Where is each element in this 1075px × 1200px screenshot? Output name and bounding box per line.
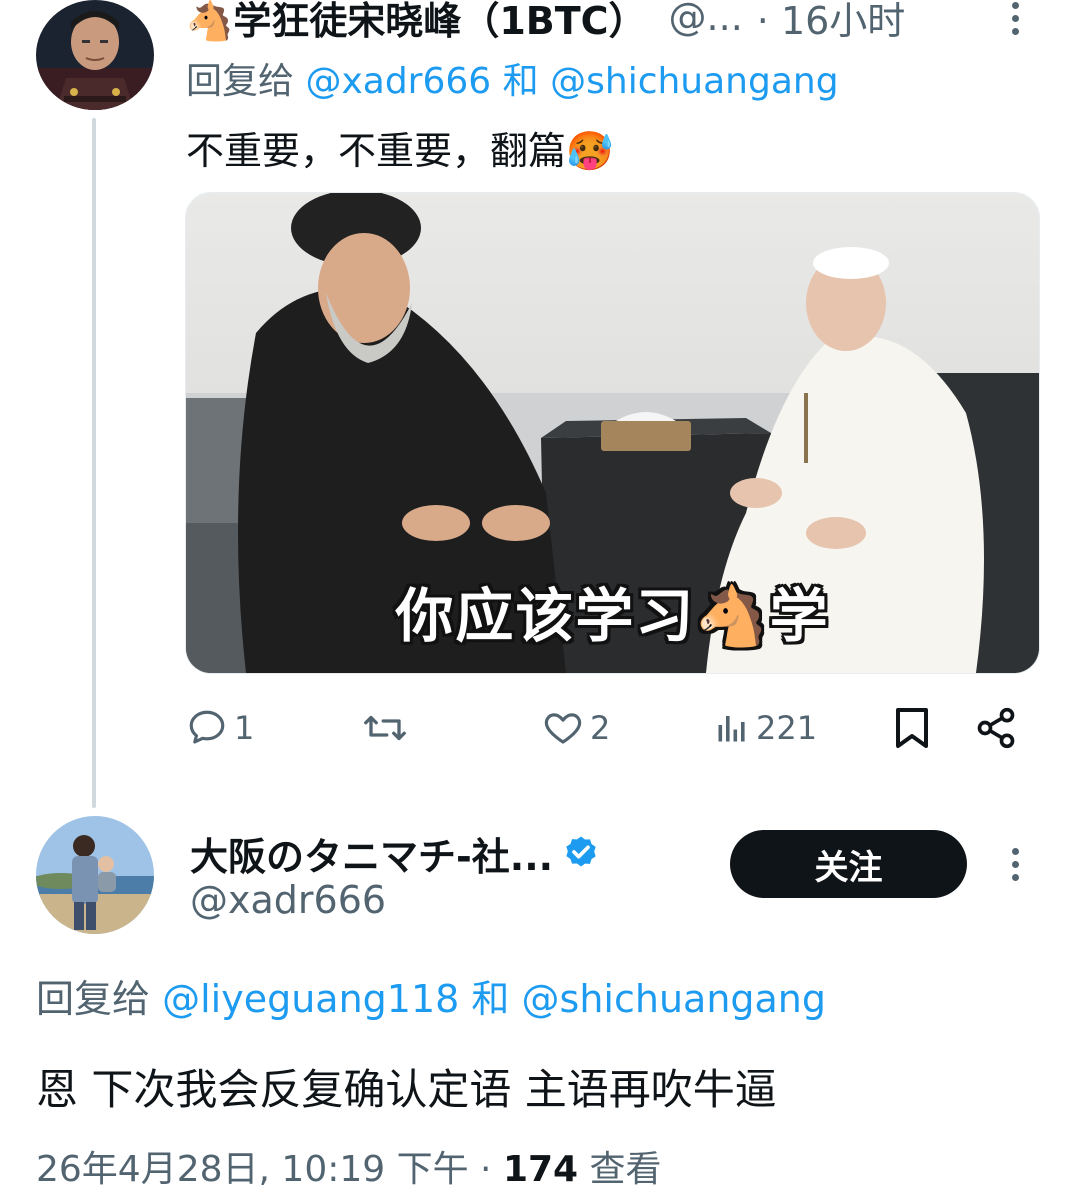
reply-button[interactable]: 1 [186,700,254,756]
reply-and: 和 [502,61,539,102]
tweet1-text: 不重要，不重要，翻篇🥵 [186,129,614,173]
view-count: 221 [756,709,818,747]
tweet2-more-icon[interactable] [1011,848,1019,881]
tweet2-text: 恩 下次我会反复确认定语 主语再吹牛逼 [36,1065,777,1114]
reply-and: 和 [471,977,510,1021]
reply-mention-link[interactable]: @liyeguang118 [162,977,459,1021]
like-count: 2 [590,709,611,747]
tweet1-time[interactable]: · 16小时 [757,0,906,45]
reply-prefix: 回复给 [186,61,295,102]
reply-prefix: 回复给 [36,977,151,1021]
like-button[interactable]: 2 [542,700,610,756]
tweet2-avatar[interactable] [36,816,154,934]
reply-mention-link[interactable]: @xadr666 [305,61,491,102]
tweet1-display-name[interactable]: 🐴学狂徒宋晓峰（1BTC） [186,0,647,45]
analytics-bars-icon [718,716,745,742]
meme-caption: 你应该学习🐴学 [395,582,830,650]
tweet1-header: 🐴学狂徒宋晓峰（1BTC） @... · 16小时 [186,0,906,45]
reply-mention-link[interactable]: @shichuangang [522,977,826,1021]
tweet2-handle[interactable]: @xadr666 [190,878,386,922]
views-label: 查看 [578,1149,662,1190]
reply-mention-link[interactable]: @shichuangang [550,61,838,102]
thread-connector-line [92,118,96,808]
reply-count: 1 [234,709,255,747]
tweet2-display-name[interactable]: 大阪のタニマチ-社... [190,826,553,881]
retweet-button[interactable] [362,700,414,756]
tweet2-reply-to: 回复给 @liyeguang118 和 @shichuangang [36,968,826,1023]
follow-button[interactable]: 关注 [730,830,967,898]
tweet1-action-bar: 1 2 221 [186,700,1031,756]
reply-icon [189,710,225,744]
tweet1-handle[interactable]: @... [669,0,743,39]
tweet1-media-image[interactable]: 你应该学习🐴学 [185,192,1040,674]
bookmark-icon [896,708,928,748]
tweet2-name-row: 大阪のタニマチ-社... [190,826,601,881]
retweet-icon [364,715,406,741]
share-button[interactable] [974,700,1018,756]
timestamp-text[interactable]: 26年4月28日, 10:19 下午 · [36,1149,503,1190]
views-count: 174 [502,1149,579,1190]
tweet1-avatar[interactable] [36,0,154,110]
verified-badge-icon [566,836,596,866]
bookmark-button[interactable] [892,700,932,756]
views-button[interactable]: 221 [714,700,817,756]
tweet1-more-icon[interactable] [1011,2,1019,35]
tweet1-reply-to: 回复给 @xadr666 和 @shichuangang [186,52,839,104]
share-icon [977,707,1015,749]
tweet2-timestamp: 26年4月28日, 10:19 下午 · 174 查看 [36,1140,662,1192]
heart-icon [544,713,582,744]
